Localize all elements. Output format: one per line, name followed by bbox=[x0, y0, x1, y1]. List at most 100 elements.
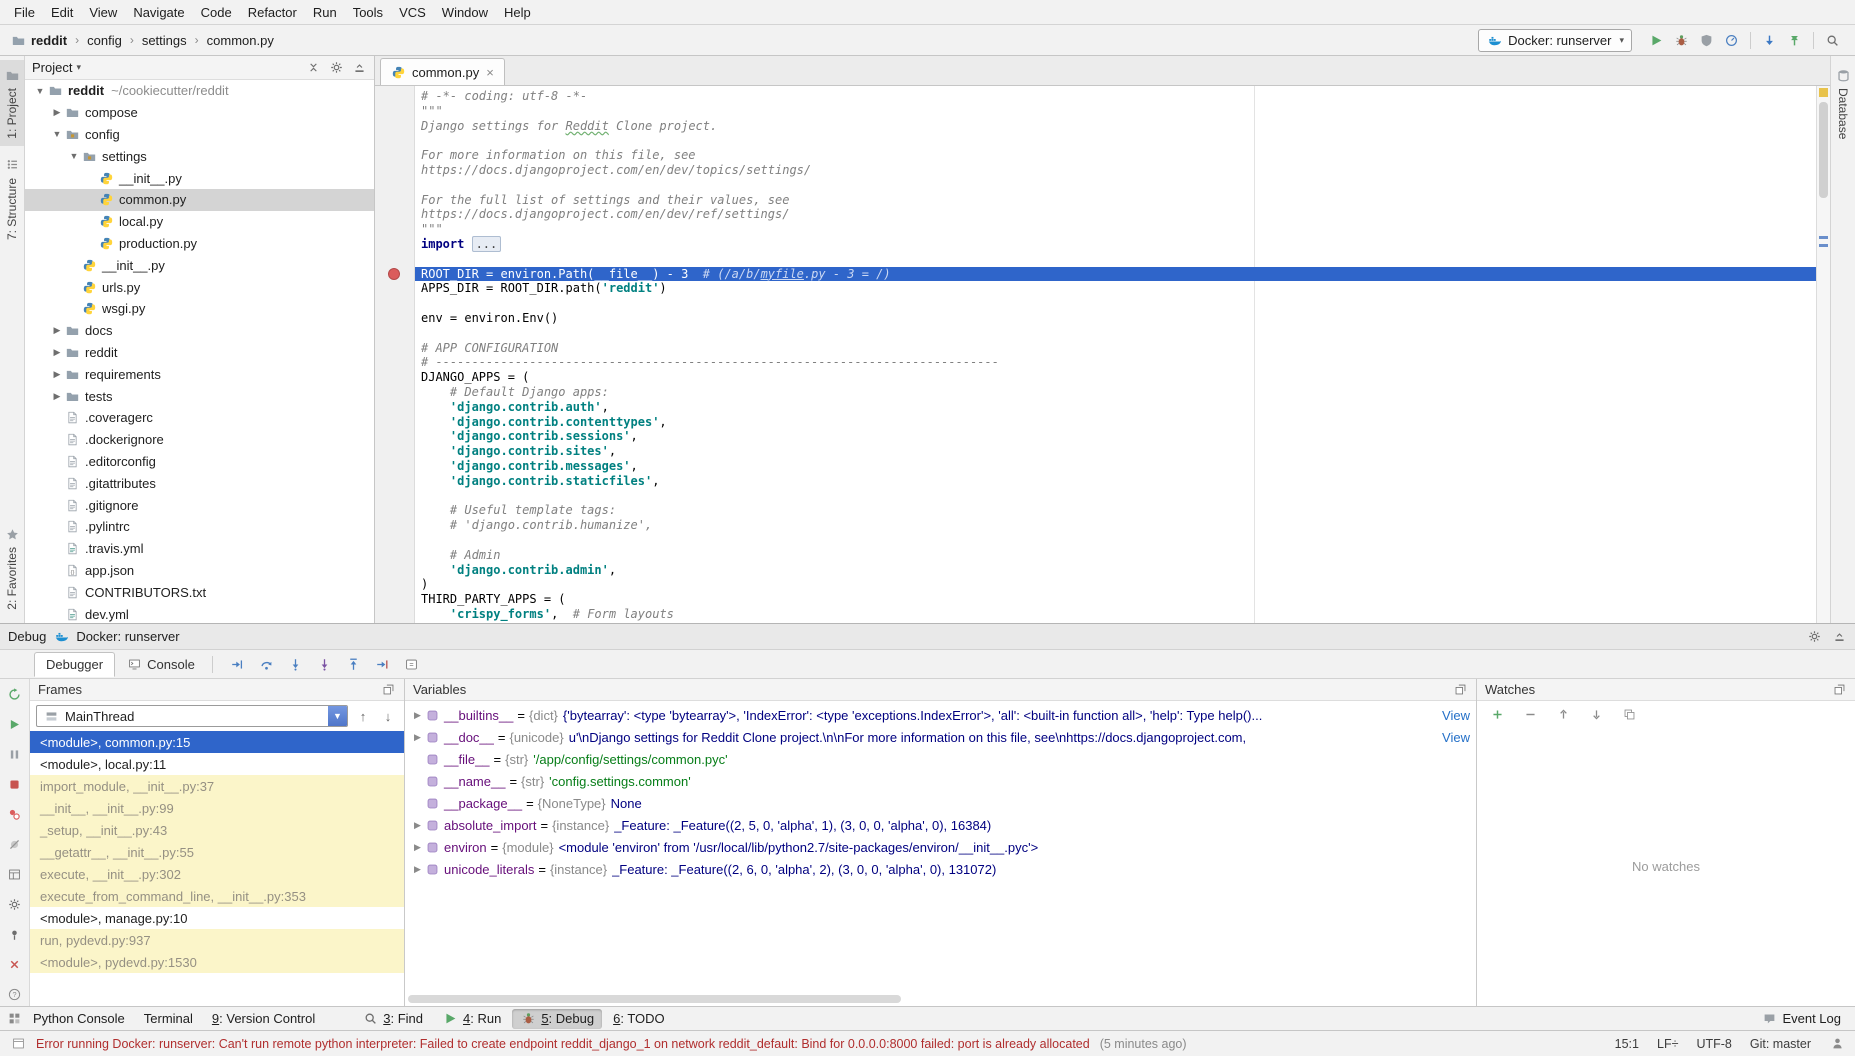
tree-expand-icon[interactable]: ▼ bbox=[33, 86, 47, 96]
tool-window-button-3-find[interactable]: 3: Find bbox=[354, 1009, 431, 1029]
pause-button[interactable] bbox=[2, 743, 27, 767]
code-line[interactable]: https://docs.djangoproject.com/en/dev/re… bbox=[415, 207, 1816, 222]
restore-layout-button[interactable] bbox=[2, 862, 27, 886]
code-line[interactable]: 'crispy_forms', # Form layouts bbox=[415, 607, 1816, 622]
tree-item-dev.yml[interactable]: dev.yml bbox=[25, 603, 374, 623]
tree-expand-icon[interactable]: ▶ bbox=[50, 369, 64, 380]
code-line[interactable]: For the full list of settings and their … bbox=[415, 193, 1816, 208]
editor-scrollbar[interactable] bbox=[1816, 86, 1830, 623]
menu-file[interactable]: File bbox=[6, 2, 43, 23]
run-to-cursor-button[interactable] bbox=[370, 652, 395, 676]
code-line[interactable]: 'django.contrib.sites', bbox=[415, 444, 1816, 459]
collapse-all-icon[interactable] bbox=[305, 60, 321, 76]
tree-item-.editorconfig[interactable]: .editorconfig bbox=[25, 451, 374, 473]
variable-row-absolute_import[interactable]: ▶absolute_import={instance}_Feature: _Fe… bbox=[405, 814, 1476, 836]
force-step-into-button[interactable] bbox=[312, 652, 337, 676]
code-line[interactable] bbox=[415, 326, 1816, 341]
tree-item-wsgi.py[interactable]: wsgi.py bbox=[25, 298, 374, 320]
tab-common-py[interactable]: common.py × bbox=[380, 58, 505, 85]
chevron-down-icon[interactable]: ▾ bbox=[76, 62, 81, 73]
variable-row-__name__[interactable]: __name__={str}'config.settings.common' bbox=[405, 770, 1476, 792]
code-line[interactable]: ) bbox=[415, 577, 1816, 592]
menu-edit[interactable]: Edit bbox=[43, 2, 81, 23]
tree-item-compose[interactable]: ▶compose bbox=[25, 102, 374, 124]
float-icon[interactable] bbox=[1831, 682, 1847, 698]
tree-item-reddit[interactable]: ▶reddit bbox=[25, 342, 374, 364]
vcs-update-button[interactable] bbox=[1757, 28, 1782, 52]
stack-frame-row[interactable]: <module>, local.py:11 bbox=[30, 753, 404, 775]
expand-icon[interactable]: ▶ bbox=[411, 842, 424, 853]
variable-row-__builtins__[interactable]: ▶__builtins__={dict}{'bytearray': <type … bbox=[405, 704, 1476, 726]
tree-expand-icon[interactable]: ▶ bbox=[50, 107, 64, 118]
stack-frame-row[interactable]: __getattr__, __init__.py:55 bbox=[30, 841, 404, 863]
tool-stripe-button-1-project[interactable]: 1: Project bbox=[0, 60, 24, 146]
code-line[interactable]: 'django.contrib.staticfiles', bbox=[415, 474, 1816, 489]
code-line[interactable] bbox=[415, 252, 1816, 267]
tree-expand-icon[interactable]: ▶ bbox=[50, 325, 64, 336]
settings-icon[interactable] bbox=[1806, 629, 1822, 645]
tree-item-config[interactable]: ▼config bbox=[25, 124, 374, 146]
tab-console[interactable]: Console bbox=[115, 652, 206, 676]
code-line[interactable]: 'django.contrib.messages', bbox=[415, 459, 1816, 474]
stack-frame-row[interactable]: import_module, __init__.py:37 bbox=[30, 775, 404, 797]
tool-window-button-5-debug[interactable]: 5: Debug bbox=[512, 1009, 602, 1029]
expand-icon[interactable]: ▶ bbox=[411, 820, 424, 831]
window-icon[interactable] bbox=[10, 1036, 26, 1052]
step-out-button[interactable] bbox=[341, 652, 366, 676]
tree-item-contributors.txt[interactable]: CONTRIBUTORS.txt bbox=[25, 581, 374, 603]
tool-windows-icon[interactable] bbox=[6, 1011, 22, 1027]
tool-window-button-event-log[interactable]: Event Log bbox=[1753, 1009, 1849, 1029]
duplicate-button[interactable] bbox=[1617, 702, 1642, 726]
line-separator-widget[interactable]: LF÷ bbox=[1657, 1037, 1678, 1051]
resume-button[interactable] bbox=[2, 713, 27, 737]
stack-frame-row[interactable]: __init__, __init__.py:99 bbox=[30, 797, 404, 819]
breakpoint-icon[interactable] bbox=[388, 268, 400, 280]
menu-navigate[interactable]: Navigate bbox=[125, 2, 192, 23]
tree-item-.pylintrc[interactable]: .pylintrc bbox=[25, 516, 374, 538]
step-over-button[interactable] bbox=[254, 652, 279, 676]
breadcrumb-item-settings[interactable]: settings bbox=[139, 32, 190, 49]
stop-button[interactable] bbox=[2, 773, 27, 797]
variable-row-__file__[interactable]: __file__={str}'/app/config/settings/comm… bbox=[405, 748, 1476, 770]
close-icon[interactable]: × bbox=[485, 65, 495, 80]
tree-item-.gitattributes[interactable]: .gitattributes bbox=[25, 472, 374, 494]
add-watch-button[interactable] bbox=[1485, 702, 1510, 726]
breadcrumb-item-reddit[interactable]: reddit bbox=[28, 32, 70, 49]
code-line[interactable]: import ... bbox=[415, 237, 1816, 252]
caret-position-widget[interactable]: 15:1 bbox=[1615, 1037, 1639, 1051]
tree-expand-icon[interactable]: ▶ bbox=[50, 391, 64, 402]
coverage-button[interactable] bbox=[1694, 28, 1719, 52]
variable-row-__doc__[interactable]: ▶__doc__={unicode}u'\nDjango settings fo… bbox=[405, 726, 1476, 748]
code-line[interactable]: # Useful template tags: bbox=[415, 503, 1816, 518]
code-line[interactable]: https://docs.djangoproject.com/en/dev/to… bbox=[415, 163, 1816, 178]
tree-item-local.py[interactable]: local.py bbox=[25, 211, 374, 233]
code-line[interactable]: env = environ.Env() bbox=[415, 311, 1816, 326]
tree-item-app.json[interactable]: {}app.json bbox=[25, 560, 374, 582]
pin-button[interactable] bbox=[2, 922, 27, 946]
code-line[interactable]: """ bbox=[415, 222, 1816, 237]
chevron-down-icon[interactable]: ▼ bbox=[328, 705, 347, 727]
code-line[interactable]: APPS_DIR = ROOT_DIR.path('reddit') bbox=[415, 281, 1816, 296]
menu-run[interactable]: Run bbox=[305, 2, 345, 23]
code-line[interactable]: 'django.contrib.auth', bbox=[415, 400, 1816, 415]
code-line[interactable]: # 'django.contrib.humanize', bbox=[415, 518, 1816, 533]
tool-stripe-button-2-favorites[interactable]: 2: Favorites bbox=[0, 519, 24, 617]
tool-window-button-6-todo[interactable]: 6: TODO bbox=[605, 1009, 673, 1029]
variable-row-__package__[interactable]: __package__={NoneType}None bbox=[405, 792, 1476, 814]
tree-item-requirements[interactable]: ▶requirements bbox=[25, 363, 374, 385]
breadcrumb-item-common.py[interactable]: common.py bbox=[204, 32, 277, 49]
tree-item-urls.py[interactable]: urls.py bbox=[25, 276, 374, 298]
variable-row-unicode_literals[interactable]: ▶unicode_literals={instance}_Feature: _F… bbox=[405, 858, 1476, 880]
float-icon[interactable] bbox=[380, 682, 396, 698]
code-line[interactable] bbox=[415, 533, 1816, 548]
code-line[interactable]: # Admin bbox=[415, 548, 1816, 563]
float-icon[interactable] bbox=[1452, 682, 1468, 698]
settings-button[interactable] bbox=[2, 892, 27, 916]
code-line[interactable]: # Default Django apps: bbox=[415, 385, 1816, 400]
expand-icon[interactable]: ▶ bbox=[411, 864, 424, 875]
next-frame-button[interactable]: ↓ bbox=[378, 706, 398, 726]
close-button[interactable] bbox=[2, 952, 27, 976]
code-line[interactable]: THIRD_PARTY_APPS = ( bbox=[415, 592, 1816, 607]
move-down-button[interactable] bbox=[1584, 702, 1609, 726]
hide-icon[interactable] bbox=[1831, 629, 1847, 645]
